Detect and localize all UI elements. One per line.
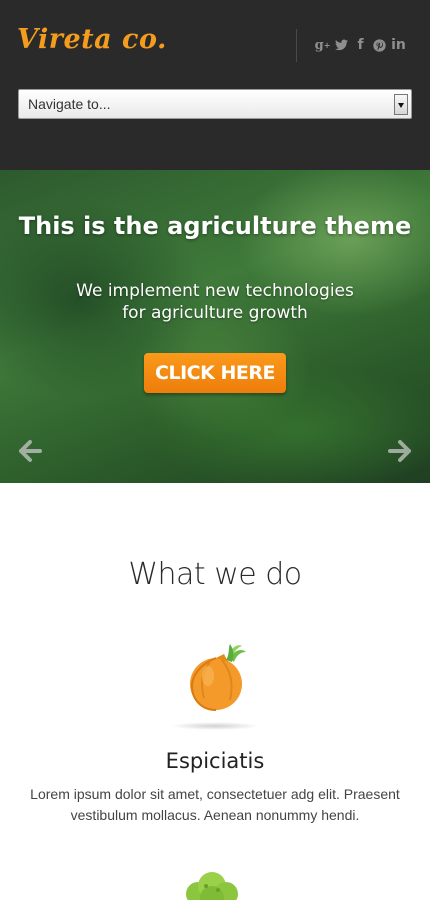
linkedin-icon[interactable]: in xyxy=(391,36,406,54)
onion-icon xyxy=(180,642,252,714)
click-here-button[interactable]: CLICK HERE xyxy=(144,353,286,393)
facebook-icon[interactable]: f xyxy=(354,36,367,54)
feature-title: Espiciatis xyxy=(165,749,265,773)
feature-text-line1: Lorem ipsum dolor sit amet, consectetuer… xyxy=(30,786,400,802)
chevron-down-icon[interactable] xyxy=(394,94,408,115)
hero-title: This is the agriculture theme xyxy=(18,212,412,240)
section-title: What we do xyxy=(128,557,302,592)
feature-text-line2: vestibulum mollacus. Aenean nonummy hend… xyxy=(70,807,360,823)
google-plus-icon[interactable]: g + xyxy=(315,36,331,54)
site-header: Vireta co. g + f in Navigate to... xyxy=(0,0,430,170)
header-divider xyxy=(296,29,297,62)
hero-subtitle-line1: We implement new technologies xyxy=(76,281,354,301)
hero-subtitle-line2: for agriculture growth xyxy=(122,303,308,323)
icon-shadow xyxy=(170,722,260,730)
twitter-icon[interactable] xyxy=(335,36,348,54)
next-slide-arrow-icon[interactable] xyxy=(387,438,413,464)
broccoli-icon xyxy=(176,872,248,900)
pinterest-icon[interactable] xyxy=(373,36,386,54)
social-links: g + f in xyxy=(315,36,406,54)
prev-slide-arrow-icon[interactable] xyxy=(17,438,43,464)
hero-slider: This is the agriculture theme We impleme… xyxy=(0,170,430,483)
navigate-select[interactable]: Navigate to... xyxy=(18,89,412,119)
navigate-select-value: Navigate to... xyxy=(28,96,111,112)
logo[interactable]: Vireta co. xyxy=(17,24,167,55)
